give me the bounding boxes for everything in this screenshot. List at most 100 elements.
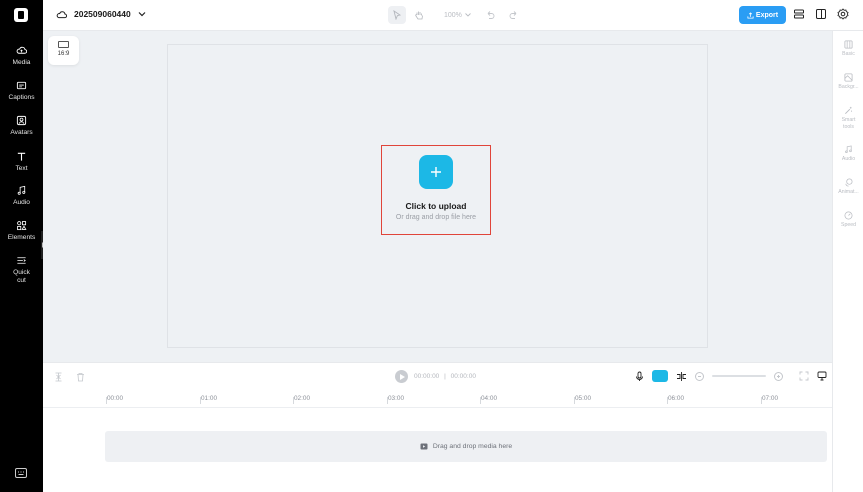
top-right-actions [793,8,849,20]
canvas-area: 16:9 Click to upload Or drag and drop fi… [43,31,832,362]
panel-item-label: Audio [841,156,856,162]
chevron-down-icon [465,13,471,17]
text-icon [17,152,26,161]
ruler-tick: 02:00 [293,395,310,404]
left-sidebar: Media Captions Avatars Text Audio Elemen… [0,0,43,492]
project-title-group[interactable]: 202509060440 [56,9,146,19]
upload-title: Click to upload [405,201,467,211]
ruler-tick: 07:00 [761,395,778,404]
export-button[interactable]: Export [739,6,786,24]
media-drop-track[interactable]: Drag and drop media here [105,431,827,462]
select-tool-button[interactable] [388,6,406,24]
sidebar-item-avatars[interactable]: Avatars [0,115,43,137]
panel-item-background[interactable]: Backgr... [833,73,863,91]
ruler-tick: 03:00 [387,395,404,404]
timecode: 00:00:00 | 00:00:00 [414,373,476,380]
captions-icon [16,81,27,90]
auto-snap-toggle[interactable] [652,370,668,382]
panel-item-animation[interactable]: Animat... [833,178,863,196]
ruler-tick: 05:00 [574,395,591,404]
music-note-icon [845,145,852,154]
trash-icon[interactable] [76,372,85,382]
undo-icon [487,11,495,19]
microphone-icon[interactable] [635,371,644,382]
timeline-edit-tools [54,372,85,382]
top-bar: 202509060440 100% Export [43,0,863,31]
avatar-icon [16,115,27,126]
sidebar-item-quick-cut[interactable]: Quick cut [0,255,43,285]
timeline-zoom-slider[interactable] [712,375,766,377]
undo-button[interactable] [481,6,499,24]
aspect-ratio-icon [58,41,69,48]
export-label: Export [755,11,779,19]
keyboard-shortcuts-icon[interactable] [15,468,27,478]
cursor-icon [393,10,402,20]
sidebar-item-label: Text [15,165,28,172]
aspect-ratio-button[interactable]: 16:9 [48,36,79,65]
drop-label: Drag and drop media here [432,443,513,450]
sidebar-item-label: Quick [13,269,30,276]
sidebar-item-label: Audio [13,199,30,206]
fullscreen-icon[interactable] [799,371,809,381]
hand-tool-button[interactable] [410,6,428,24]
panel-toggle-icon[interactable] [815,8,827,20]
play-button[interactable] [395,370,408,383]
app-logo-icon[interactable] [14,8,28,22]
split-center-icon[interactable] [676,371,687,382]
upload-button[interactable] [419,155,453,189]
export-icon [747,11,754,19]
right-properties-panel: Basic Backgr... Smart tools Audio Animat… [832,31,863,492]
timeline-panel: 00:00:00 | 00:00:00 00:00 01:00 02:00 03… [43,362,832,492]
project-name[interactable]: 202509060440 [74,9,131,19]
elements-grid-icon [17,221,27,231]
feedback-icon[interactable] [817,371,827,381]
panel-item-smart-tools[interactable]: Smart tools [833,106,863,130]
aspect-ratio-label: 16:9 [57,51,70,57]
panel-item-audio[interactable]: Audio [833,145,863,163]
panel-item-label: Animat... [838,189,859,195]
zoom-out-icon[interactable] [695,371,704,381]
current-time: 00:00:00 [414,373,440,380]
ruler-tick: 00:00 [106,395,123,404]
sidebar-item-label-line2: cut [17,277,26,284]
sidebar-item-audio[interactable]: Audio [0,185,43,207]
panel-item-speed[interactable]: Speed [833,211,863,229]
cloud-upload-icon [16,46,27,54]
timeline-ruler[interactable]: 00:00 01:00 02:00 03:00 04:00 05:00 06:0… [43,390,832,408]
panel-item-label: Backgr... [838,84,859,90]
panel-item-label: Smart [841,117,856,123]
redo-button[interactable] [505,6,523,24]
magic-wand-icon [845,106,853,114]
sidebar-item-label: Captions [8,94,35,101]
layers-icon[interactable] [793,8,805,20]
upload-dropzone[interactable]: Click to upload Or drag and drop file he… [381,145,491,235]
timeline-controls [635,370,827,382]
panel-item-label: Basic [842,51,855,57]
speed-icon [844,211,853,220]
time-separator: | [444,373,446,380]
redo-icon [509,11,517,19]
plus-icon [431,167,441,177]
cloud-icon [56,10,67,18]
media-icon [420,443,428,450]
split-icon[interactable] [54,372,63,382]
total-time: 00:00:00 [450,373,476,380]
ruler-tick: 04:00 [480,395,497,404]
gear-icon[interactable] [837,8,849,20]
panel-item-label-line2: tools [843,123,854,130]
animation-icon [845,178,853,187]
canvas-tools: 100% [388,6,471,24]
panel-item-basic[interactable]: Basic [833,40,863,58]
video-editor-app: Media Captions Avatars Text Audio Elemen… [0,0,863,492]
sidebar-item-media[interactable]: Media [0,45,43,67]
chevron-down-icon[interactable] [138,11,146,17]
sidebar-item-text[interactable]: Text [0,151,43,173]
panel-item-label: Speed [840,222,856,228]
sidebar-item-label: Elements [7,234,36,241]
basic-icon [844,40,853,49]
zoom-in-icon[interactable] [774,371,783,381]
zoom-select[interactable]: 100% [444,12,471,19]
sidebar-item-elements[interactable]: Elements [0,220,43,242]
ruler-tick: 06:00 [667,395,684,404]
sidebar-item-captions[interactable]: Captions [0,80,43,102]
